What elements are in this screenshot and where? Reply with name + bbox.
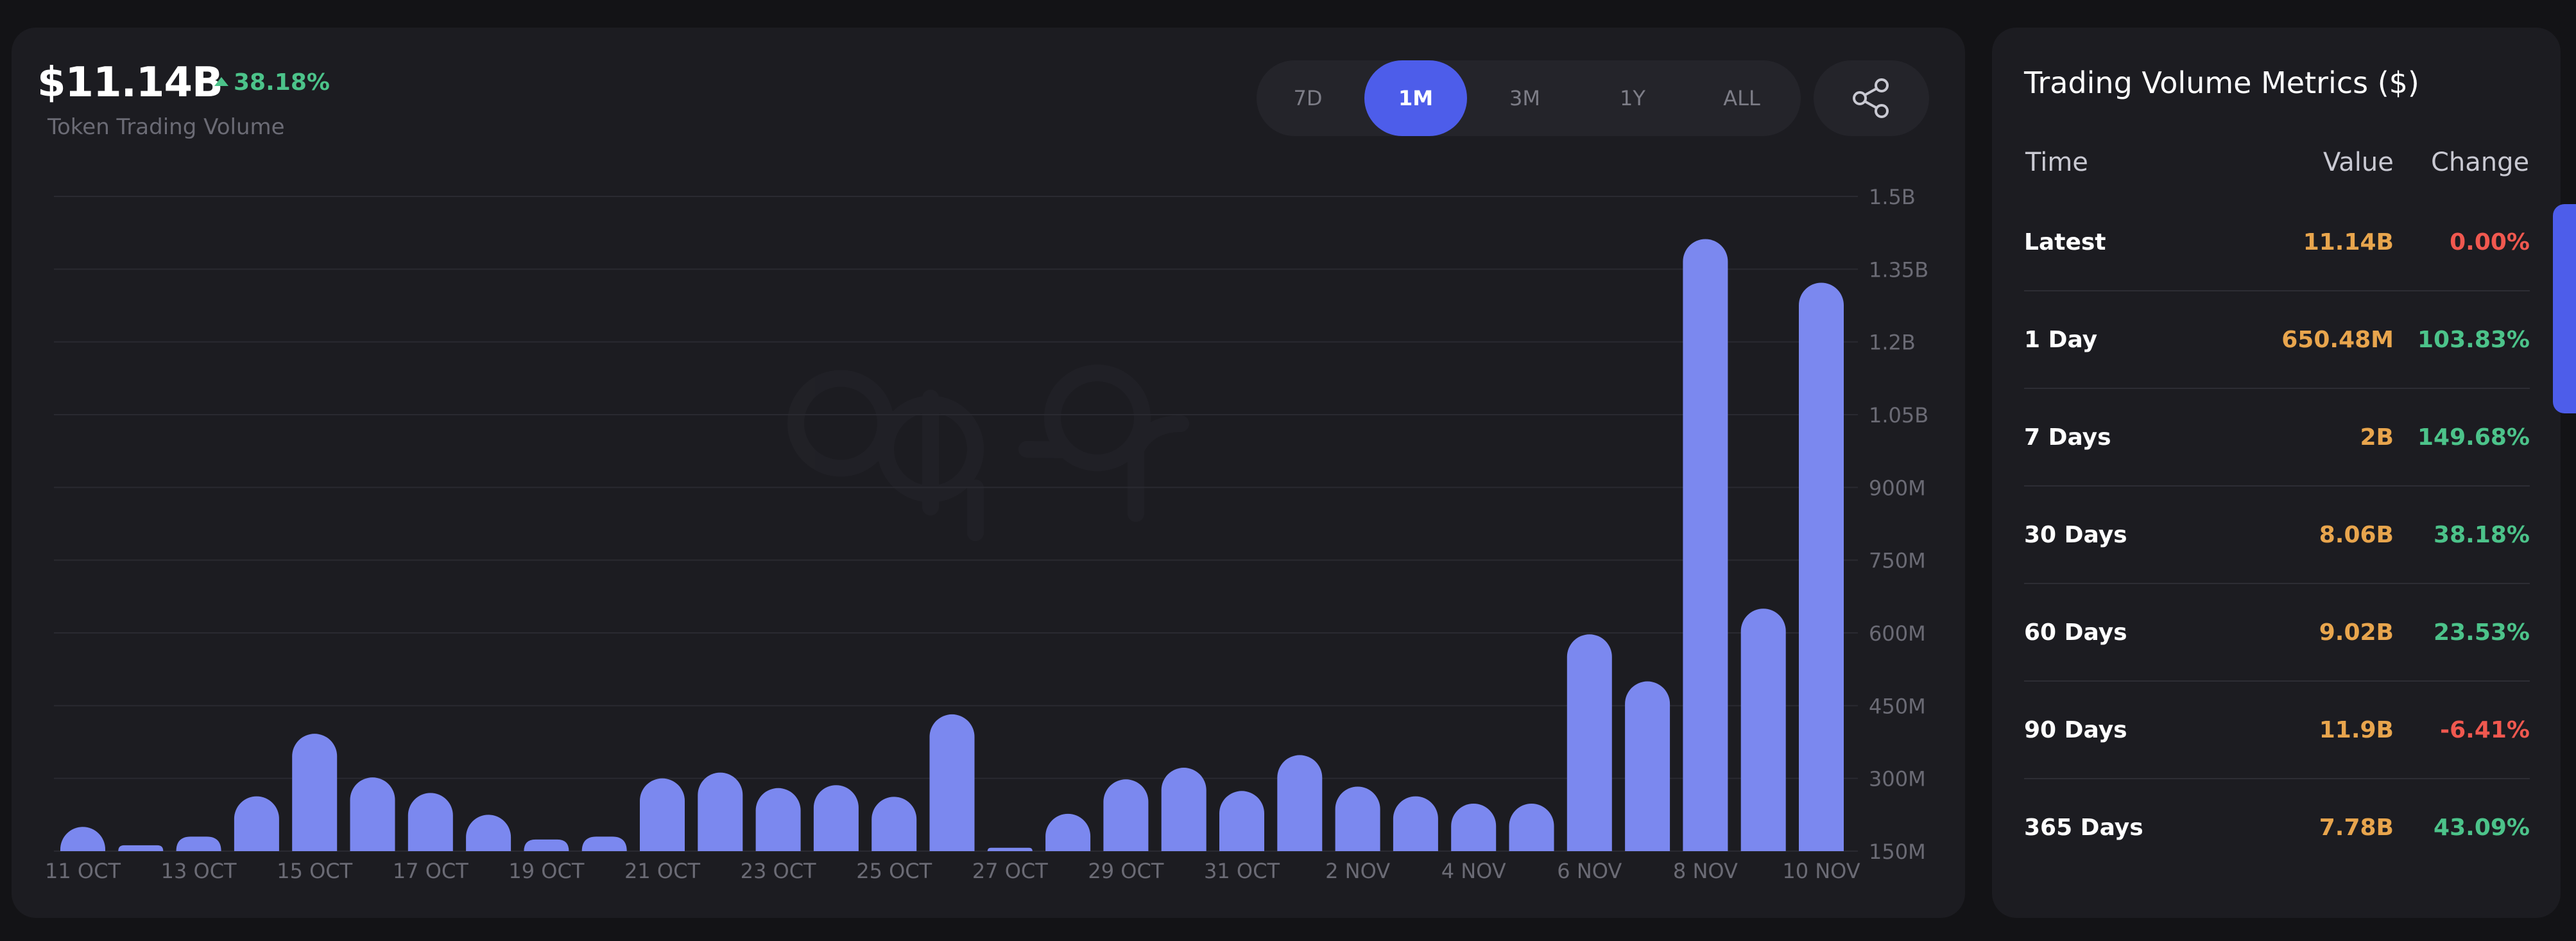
- metric-change: 149.68%: [2417, 424, 2530, 451]
- y-tick-label: 750M: [1869, 549, 1926, 573]
- metric-time: Latest: [2024, 229, 2106, 255]
- bar-23-oct[interactable]: [755, 788, 801, 851]
- metric-value: 650.48M: [2281, 327, 2394, 353]
- bar-16-oct[interactable]: [350, 777, 395, 851]
- metric-time: 1 Day: [2024, 327, 2098, 353]
- bar-26-oct[interactable]: [929, 714, 975, 851]
- metric-value: 2B: [2360, 424, 2394, 451]
- bar-29-oct[interactable]: [1103, 779, 1149, 851]
- x-tick-label: 13 OCT: [161, 859, 237, 883]
- metric-row-1-day: 1 Day 650.48M 103.83%: [2024, 291, 2530, 389]
- metric-time: 60 Days: [2024, 619, 2127, 646]
- y-tick-label: 1.5B: [1869, 185, 1916, 209]
- metric-row-90-days: 90 Days 11.9B -6.41%: [2024, 682, 2530, 779]
- metric-value: 11.9B: [2319, 717, 2394, 743]
- volume-bar-chart: 150M 300M 450M 600M 750M 900M 1.05B 1.2B 1.35B 1.…: [45, 185, 1928, 883]
- bar-18-oct[interactable]: [466, 815, 511, 851]
- metric-change: 0.00%: [2450, 229, 2530, 255]
- metric-time: 365 Days: [2024, 815, 2143, 841]
- watermark-logo: [787, 365, 1189, 541]
- x-tick-label: 8 NOV: [1673, 859, 1738, 883]
- bar-1-nov[interactable]: [1277, 755, 1323, 851]
- metrics-title: Trading Volume Metrics ($): [2024, 65, 2419, 100]
- bar-20-oct[interactable]: [581, 836, 627, 851]
- metric-change: -6.41%: [2440, 717, 2530, 743]
- y-tick-label: 150M: [1869, 840, 1926, 864]
- bar-5-nov[interactable]: [1509, 803, 1554, 851]
- column-time: Time: [2025, 148, 2088, 177]
- metric-change: 38.18%: [2434, 522, 2530, 548]
- metric-change: 23.53%: [2434, 619, 2530, 646]
- bar-6-nov[interactable]: [1567, 634, 1612, 851]
- metric-change: 103.83%: [2417, 327, 2530, 353]
- x-tick-label: 2 NOV: [1325, 859, 1390, 883]
- y-tick-label: 300M: [1869, 767, 1926, 791]
- bar-11-oct[interactable]: [60, 827, 105, 851]
- bars: [60, 239, 1844, 851]
- metric-time: 90 Days: [2024, 717, 2127, 743]
- y-tick-label: 1.05B: [1869, 403, 1928, 427]
- x-tick-label: 15 OCT: [277, 859, 352, 883]
- bar-28-oct[interactable]: [1045, 813, 1091, 851]
- column-change: Change: [2431, 148, 2530, 177]
- x-tick-label: 21 OCT: [624, 859, 700, 883]
- column-value: Value: [2323, 148, 2394, 177]
- x-tick-label: 23 OCT: [741, 859, 816, 883]
- x-tick-label: 6 NOV: [1557, 859, 1622, 883]
- bar-4-nov[interactable]: [1451, 803, 1497, 851]
- bar-10-nov[interactable]: [1799, 282, 1844, 851]
- y-axis-labels: 150M 300M 450M 600M 750M 900M 1.05B 1.2B 1.35B 1.…: [1869, 185, 1928, 864]
- metric-row-60-days: 60 Days 9.02B 23.53%: [2024, 584, 2530, 682]
- x-tick-label: 29 OCT: [1088, 859, 1163, 883]
- x-tick-label: 4 NOV: [1441, 859, 1506, 883]
- bar-24-oct[interactable]: [813, 785, 859, 851]
- metric-row-latest: Latest 11.14B 0.00%: [2024, 194, 2530, 291]
- metric-row-7-days: 7 Days 2B 149.68%: [2024, 389, 2530, 487]
- bar-22-oct[interactable]: [698, 772, 743, 851]
- metric-value: 8.06B: [2319, 522, 2394, 548]
- bar-3-nov[interactable]: [1393, 796, 1438, 851]
- metric-change: 43.09%: [2434, 815, 2530, 841]
- bar-14-oct[interactable]: [234, 796, 279, 851]
- bar-15-oct[interactable]: [292, 734, 338, 851]
- y-tick-label: 600M: [1869, 621, 1926, 646]
- bar-19-oct[interactable]: [524, 839, 569, 851]
- metric-value: 11.14B: [2303, 229, 2394, 255]
- x-tick-label: 27 OCT: [972, 859, 1048, 883]
- bar-13-oct[interactable]: [176, 836, 221, 851]
- x-tick-label: 10 NOV: [1782, 859, 1860, 883]
- bar-17-oct[interactable]: [408, 793, 453, 851]
- bar-30-oct[interactable]: [1161, 768, 1206, 851]
- x-tick-label: 11 OCT: [45, 859, 121, 883]
- bar-21-oct[interactable]: [640, 778, 685, 851]
- bar-9-nov[interactable]: [1740, 609, 1786, 851]
- y-tick-label: 1.2B: [1869, 331, 1916, 355]
- metric-value: 9.02B: [2319, 619, 2394, 646]
- bar-8-nov[interactable]: [1683, 239, 1728, 851]
- x-tick-label: 19 OCT: [508, 859, 584, 883]
- metric-row-30-days: 30 Days 8.06B 38.18%: [2024, 487, 2530, 584]
- x-tick-label: 31 OCT: [1204, 859, 1280, 883]
- side-panel-tab[interactable]: [2553, 204, 2576, 413]
- metric-time: 7 Days: [2024, 424, 2111, 451]
- metric-time: 30 Days: [2024, 522, 2127, 548]
- metric-row-365-days: 365 Days 7.78B 43.09%: [2024, 779, 2530, 877]
- y-tick-label: 900M: [1869, 476, 1926, 500]
- bar-27-oct[interactable]: [987, 847, 1033, 851]
- bar-25-oct[interactable]: [872, 797, 917, 851]
- y-tick-label: 1.35B: [1869, 257, 1928, 282]
- bar-12-oct[interactable]: [118, 845, 164, 851]
- bar-7-nov[interactable]: [1625, 681, 1670, 851]
- x-tick-label: 17 OCT: [393, 859, 468, 883]
- x-axis-labels: 11 OCT 13 OCT 15 OCT 17 OCT 19 OCT 21 OCT 23 O…: [45, 859, 1860, 883]
- bar-31-oct[interactable]: [1219, 791, 1264, 851]
- y-tick-label: 450M: [1869, 694, 1926, 718]
- metric-value: 7.78B: [2319, 815, 2394, 841]
- bar-2-nov[interactable]: [1335, 786, 1380, 851]
- x-tick-label: 25 OCT: [856, 859, 932, 883]
